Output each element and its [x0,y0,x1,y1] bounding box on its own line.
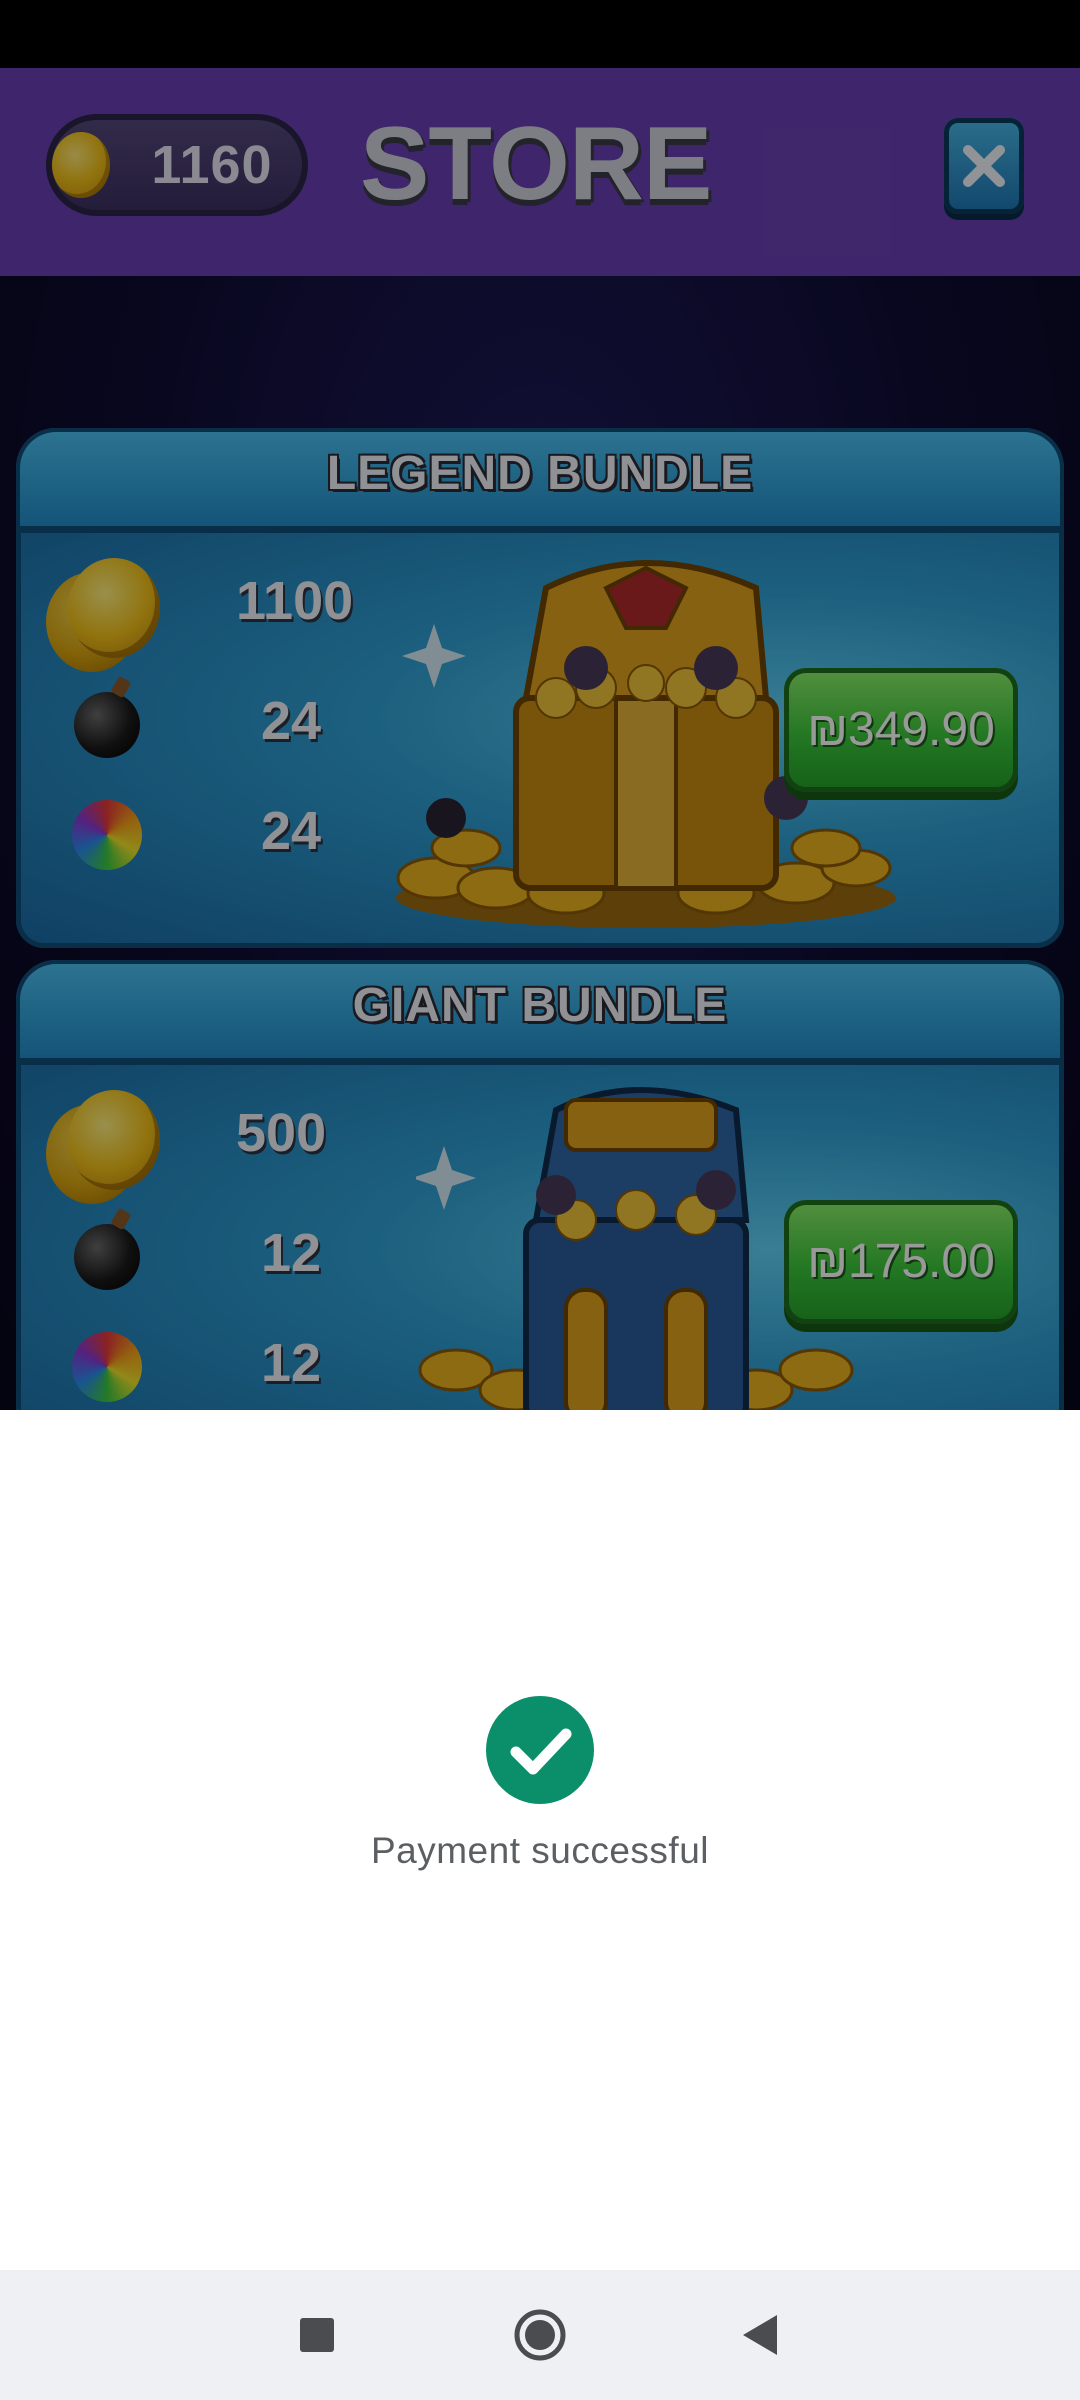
bomb-icon [46,678,166,768]
bundle-candies-row: 24 [46,788,346,878]
coins-icon [46,558,166,672]
payment-success-message: Payment successful [370,1830,710,1871]
bombs-amount: 12 [261,1223,322,1283]
price-label: ₪175.00 [807,1235,995,1288]
legend-bundle-price-button[interactable]: ₪349.90 [784,668,1018,792]
bundle-title: GIANT BUNDLE [352,979,728,1032]
giant-bundle-card: GIANT BUNDLE 500 12 12 ₪175.00 [16,960,1064,1410]
home-icon [514,2309,566,2361]
bundle-bombs-row: 12 [46,1210,346,1300]
bundle-title-bar: LEGEND BUNDLE [16,428,1064,530]
candies-amount: 12 [261,1333,322,1393]
back-button[interactable] [725,2300,795,2370]
giant-bundle-price-button[interactable]: ₪175.00 [784,1200,1018,1324]
bundle-title: LEGEND BUNDLE [326,447,754,500]
coins-amount: 1100 [236,571,354,631]
status-bar [0,0,1080,68]
close-button[interactable] [944,118,1024,214]
coin-icon [52,132,110,198]
coins-amount: 500 [236,1103,327,1163]
bundle-bombs-row: 24 [46,678,346,768]
bundle-title-bar: GIANT BUNDLE [16,960,1064,1062]
store-title: STORE [360,106,712,222]
system-navigation-bar [0,2270,1080,2400]
back-icon [743,2315,777,2355]
coin-balance: 1160 [46,114,308,216]
candies-amount: 24 [261,801,322,861]
bomb-icon [46,1210,166,1300]
recents-icon [300,2318,334,2352]
legend-bundle-card: LEGEND BUNDLE 1100 24 24 ₪349.90 [16,428,1064,948]
close-icon [963,145,1005,187]
coins-icon [46,1090,166,1204]
check-circle-icon [486,1696,594,1804]
rainbow-candy-icon [46,788,166,878]
rainbow-candy-icon [46,1320,166,1410]
bundle-coins-row: 500 [46,1090,346,1204]
home-button[interactable] [505,2300,575,2370]
price-label: ₪349.90 [807,703,995,756]
game-store-screen: 1160 STORE LEGEND BUNDLE 1100 24 24 ₪349… [0,0,1080,1410]
recents-button[interactable] [282,2300,352,2370]
bundle-coins-row: 1100 [46,558,354,672]
payment-result-sheet: Payment successful [0,1410,1080,2270]
bundle-candies-row: 12 [46,1320,346,1410]
bundle-body: 1100 24 24 ₪349.90 [16,528,1064,948]
bundle-body: 500 12 12 ₪175.00 [16,1060,1064,1410]
store-header: 1160 STORE [0,68,1080,276]
bombs-amount: 24 [261,691,322,751]
coin-count: 1160 [151,135,273,195]
